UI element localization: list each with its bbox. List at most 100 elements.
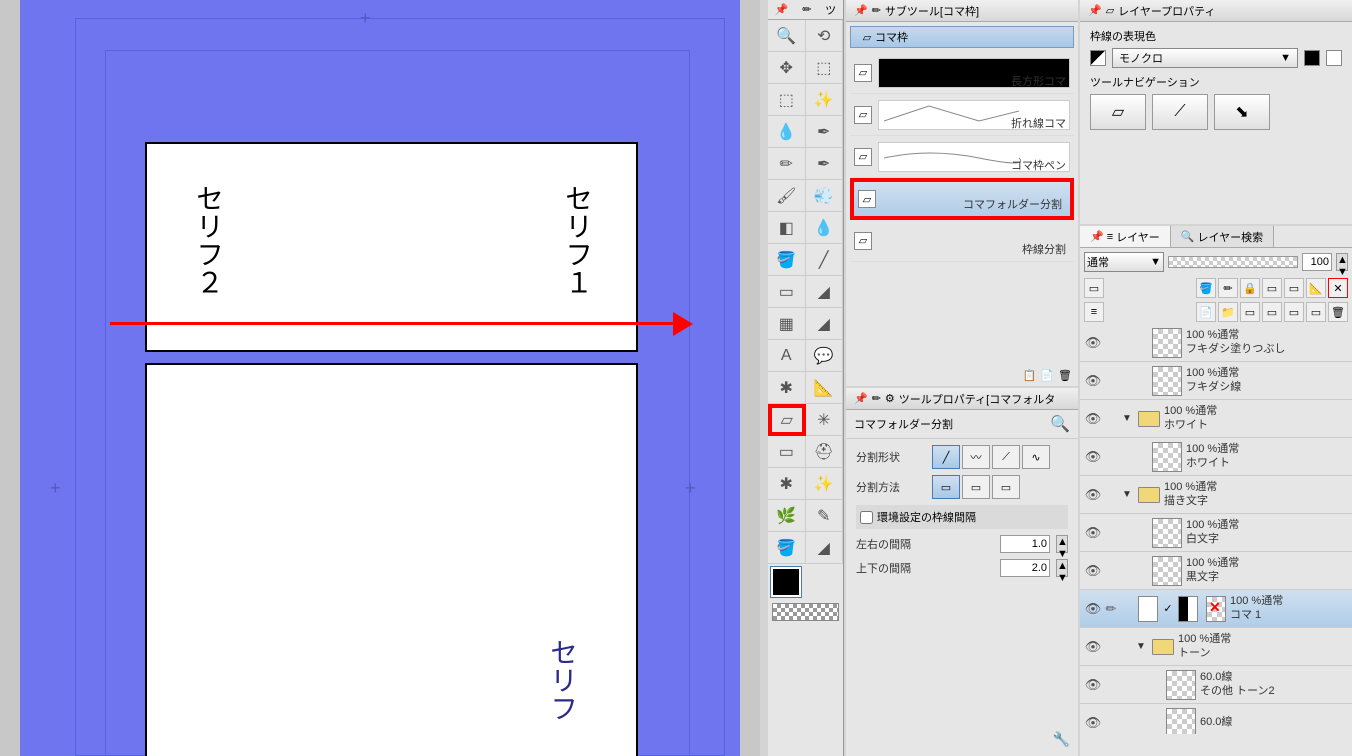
visibility-toggle[interactable]: 👁 (1084, 714, 1102, 732)
frame-tool[interactable]: ▱ (768, 404, 806, 436)
tool-j[interactable]: ◢ (806, 532, 844, 564)
tool-i[interactable]: 🪣 (768, 532, 806, 564)
layer-item[interactable]: 👁▼100 %通常トーン (1080, 628, 1352, 666)
operation-tool[interactable]: ⬚ (806, 52, 844, 84)
foreground-color[interactable] (771, 567, 801, 597)
ruler-tool[interactable]: 📐 (806, 372, 844, 404)
tb-input[interactable] (1000, 559, 1050, 577)
visibility-toggle[interactable]: 👁 (1084, 334, 1102, 352)
text-serif-3[interactable]: セリフ (541, 638, 581, 722)
opacity-slider[interactable] (1168, 256, 1298, 268)
wand-tool[interactable]: ✨ (806, 84, 844, 116)
subtool-border-divide[interactable]: ▱ 枠線分割 (850, 220, 1074, 262)
shape-line-btn[interactable]: ╱ (932, 445, 960, 469)
new-folder-btn[interactable]: 📁 (1218, 302, 1238, 322)
shape-poly-btn[interactable]: 〰 (962, 445, 990, 469)
white-swatch[interactable] (1326, 50, 1342, 66)
airbrush-tool[interactable]: 💨 (806, 180, 844, 212)
tool-e[interactable]: ✱ (768, 468, 806, 500)
toolprop-tab[interactable]: 📌 ✏ ⚙ ツールプロパティ[コマフォルタ (846, 388, 1078, 410)
fill-tool[interactable]: 🪣 (768, 244, 806, 276)
visibility-toggle[interactable]: 👁 (1084, 562, 1102, 580)
tool-d[interactable]: ▭ (768, 436, 806, 468)
eyedropper-tool[interactable]: 💧 (768, 116, 806, 148)
pin-icon[interactable]: 📌 (775, 3, 789, 16)
subtool-category[interactable]: ▱ コマ枠 (850, 26, 1074, 48)
layer-btn-fill[interactable]: 🪣 (1196, 278, 1216, 298)
layer-item[interactable]: 👁100 %通常黒文字 (1080, 552, 1352, 590)
nav-btn-3[interactable]: ⬊ (1214, 94, 1270, 130)
blend-mode-dropdown[interactable]: 通常 ▼ (1084, 252, 1164, 272)
tool-f[interactable]: ✨ (806, 468, 844, 500)
comic-panel-1[interactable]: セリフ１ セリフ２ (145, 142, 638, 352)
pin-icon[interactable]: 📌 (854, 4, 868, 17)
tool-g[interactable]: 🌿 (768, 500, 806, 532)
env-spacing-checkbox[interactable]: 環境設定の枠線間隔 (856, 505, 1068, 529)
color-mode-dropdown[interactable]: モノクロ ▼ (1112, 48, 1298, 68)
pen-tool[interactable]: ✒ (806, 116, 844, 148)
layer-btn[interactable]: ▭ (1240, 302, 1260, 322)
layers-tab[interactable]: 📌 ≡ レイヤー (1080, 226, 1171, 247)
visibility-toggle[interactable]: 👁 (1084, 676, 1102, 694)
layer-btn[interactable]: ▭ (1262, 302, 1282, 322)
opacity-spinner[interactable]: ▲▼ (1336, 253, 1348, 271)
layer-tree[interactable]: 👁100 %通常フキダシ塗りつぶし👁100 %通常フキダシ線👁▼100 %通常ホ… (1080, 324, 1352, 734)
method-btn-2[interactable]: ▭ (962, 475, 990, 499)
layer-item[interactable]: 👁▼100 %通常ホワイト (1080, 400, 1352, 438)
new-icon[interactable]: 📄 (1040, 369, 1054, 382)
tool-c[interactable]: ◢ (806, 308, 844, 340)
text-serif-2[interactable]: セリフ２ (187, 184, 227, 296)
nav-btn-2[interactable]: ⟋ (1152, 94, 1208, 130)
layer-btn[interactable]: ▭ (1084, 278, 1104, 298)
layer-btn-a[interactable]: ▭ (1262, 278, 1282, 298)
subtool-tab[interactable]: 📌 ✏ サブツール[コマ枠] (846, 0, 1078, 22)
visibility-toggle[interactable]: 👁 (1084, 638, 1102, 656)
trash-btn[interactable]: 🗑 (1328, 302, 1348, 322)
visibility-toggle[interactable]: 👁 (1084, 448, 1102, 466)
subtool-folder-divide[interactable]: ▱ コマフォルダー分割 (850, 178, 1074, 220)
text-tool[interactable]: A (768, 340, 806, 372)
text-serif-1[interactable]: セリフ１ (556, 184, 596, 296)
marquee-tool[interactable]: ⬚ (768, 84, 806, 116)
subtool-frame-pen[interactable]: ▱ コマ枠ペン (850, 136, 1074, 178)
blend-tool[interactable]: 💧 (806, 212, 844, 244)
pencil-tool[interactable]: ✏ (768, 148, 806, 180)
layer-btn[interactable]: ▭ (1284, 302, 1304, 322)
black-swatch[interactable] (1304, 50, 1320, 66)
visibility-toggle[interactable]: 👁 (1084, 600, 1102, 618)
layer-item[interactable]: 👁60.0線 (1080, 704, 1352, 734)
layerprop-tab[interactable]: 📌 ▱ レイヤープロパティ (1080, 0, 1352, 22)
layer-item[interactable]: 👁100 %通常フキダシ塗りつぶし (1080, 324, 1352, 362)
pin-icon[interactable]: 📌 (854, 392, 868, 405)
visibility-toggle[interactable]: 👁 (1084, 486, 1102, 504)
canvas-area[interactable]: + + + セリフ１ セリフ２ セリフ (0, 0, 760, 756)
pen2-tool[interactable]: ✒ (806, 148, 844, 180)
layer-btn-pen[interactable]: ✏ (1218, 278, 1238, 298)
eraser-tool[interactable]: ◧ (768, 212, 806, 244)
layer-btn-lock[interactable]: 🔒 (1240, 278, 1260, 298)
layer-search-tab[interactable]: 🔍 レイヤー検索 (1171, 226, 1274, 247)
comic-panel-2[interactable]: セリフ (145, 363, 638, 756)
layer-item[interactable]: 👁▼100 %通常描き文字 (1080, 476, 1352, 514)
layer-item[interactable]: 👁100 %通常白文字 (1080, 514, 1352, 552)
move-tool[interactable]: ✥ (768, 52, 806, 84)
hat-tool[interactable]: ⛑ (806, 436, 844, 468)
nav-btn-1[interactable]: ▱ (1090, 94, 1146, 130)
magnifier-icon[interactable]: 🔍 (1050, 414, 1070, 434)
layer-btn[interactable]: ▭ (1306, 302, 1326, 322)
method-btn-1[interactable]: ▭ (932, 475, 960, 499)
zoom-tool[interactable]: 🔍 (768, 20, 806, 52)
gradient-tool[interactable]: ▦ (768, 308, 806, 340)
line-tool[interactable]: ╱ (806, 244, 844, 276)
shape-curve-btn[interactable]: ⟋ (992, 445, 1020, 469)
layer-item[interactable]: 👁100 %通常ホワイト (1080, 438, 1352, 476)
new-layer-btn[interactable]: 📄 (1196, 302, 1216, 322)
lr-spinner[interactable]: ▲▼ (1056, 535, 1068, 553)
subtool-rect-frame[interactable]: ▱ 長方形コマ (850, 52, 1074, 94)
tool-a[interactable]: ▭ (768, 276, 806, 308)
layer-btn-ruler[interactable]: 📐 (1306, 278, 1326, 298)
brush-tool[interactable]: 🖌 (768, 180, 806, 212)
visibility-toggle[interactable]: 👁 (1084, 410, 1102, 428)
effect-tool[interactable]: ✱ (768, 372, 806, 404)
pin-icon[interactable]: 📌 (1088, 4, 1102, 17)
